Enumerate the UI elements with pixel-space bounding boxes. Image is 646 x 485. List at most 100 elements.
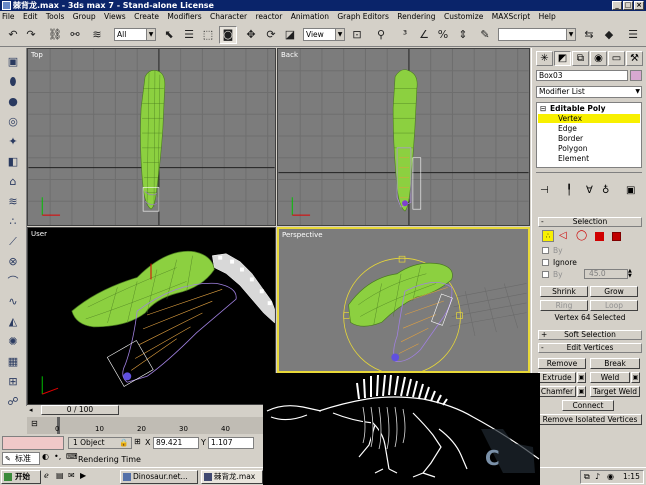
polygon-mode-icon[interactable] [595,232,604,241]
menu-views[interactable]: Views [104,12,126,21]
create-space-warp-icon[interactable]: ⊗ [4,254,22,270]
grow-button[interactable]: Grow [590,286,638,297]
quick-launch-media-icon[interactable]: ▶ [80,471,90,483]
create-bones-icon[interactable]: ⟋ [4,234,22,250]
menu-reactor[interactable]: reactor [255,12,282,21]
break-button[interactable]: Break [590,358,640,369]
stack-item-edge[interactable]: Edge [538,124,640,133]
create-cylinder-icon[interactable]: ⬮ [4,74,22,90]
remove-button[interactable]: Remove [538,358,586,369]
window-crossing-icon[interactable]: ◙ [219,26,237,44]
edit-vertices-rollout-header[interactable]: - Edit Vertices [538,343,642,353]
viewport-perspective[interactable]: Perspective [277,227,530,373]
start-button[interactable]: 开始 [1,470,41,484]
unlink-icon[interactable]: ⚯ [66,26,84,44]
maximize-button[interactable]: □ [623,1,633,10]
percent-snap-icon[interactable]: % [434,26,452,44]
tray-network-icon[interactable]: ⧉ [584,472,590,482]
modifier-edit-mesh-icon[interactable]: ▦ [4,354,22,370]
absolute-mode-icon[interactable]: ⊞ [134,437,144,449]
make-unique-icon[interactable]: ∀ [586,185,593,196]
create-tab-icon[interactable]: ✳ [536,51,553,66]
menu-modifiers[interactable]: Modifiers [167,12,201,21]
select-rotate-icon[interactable]: ⟳ [262,26,280,44]
select-object-icon[interactable]: ⬉ [160,26,178,44]
create-sphere-icon[interactable]: ● [4,94,22,110]
modifier-twist-icon[interactable]: ∿ [4,294,22,310]
align-icon[interactable]: ◆ [600,26,618,44]
selection-filter-dropdown[interactable]: All ▼ [114,28,156,41]
pin-stack-icon[interactable]: ⊣ [540,185,549,196]
close-button[interactable]: × [634,1,644,10]
shrink-button[interactable]: Shrink [540,286,588,297]
stack-item-polygon[interactable]: Polygon [538,144,640,153]
by-angle-checkbox[interactable] [542,271,549,278]
angle-snap-icon[interactable]: ∠ [415,26,433,44]
border-mode-icon[interactable]: ◯ [576,230,587,242]
create-torus-icon[interactable]: ◎ [4,114,22,130]
quick-launch-ie-icon[interactable]: ℯ [44,471,54,483]
select-move-icon[interactable]: ✥ [242,26,260,44]
collapse-icon[interactable]: ⊟ [540,104,546,113]
spinner-icon[interactable]: ▲ ▼ [628,269,634,279]
target-weld-button[interactable]: Target Weld [590,386,640,397]
create-light-icon[interactable]: ✦ [4,134,22,150]
show-end-result-icon[interactable]: ╿ [566,185,572,196]
menu-help[interactable]: Help [539,12,556,21]
reference-coordinate-dropdown[interactable]: View ▼ [303,28,345,41]
by-vertex-checkbox[interactable] [542,247,549,254]
quick-launch-outlook-icon[interactable]: ✉ [68,471,78,483]
menu-animation[interactable]: Animation [291,12,329,21]
stack-item-element[interactable]: Element [538,154,640,163]
select-scale-icon[interactable]: ◪ [281,26,299,44]
snaps-toggle-icon[interactable]: ³ [396,26,414,44]
remove-isolated-vertices-button[interactable]: Remove Isolated Vertices [538,414,642,425]
bind-space-warp-icon[interactable]: ≋ [88,26,106,44]
selection-rollout-header[interactable]: - Selection [538,217,642,227]
undo-icon[interactable]: ↶ [4,26,22,44]
utilities-tab-icon[interactable]: ⚒ [626,51,643,66]
tray-security-icon[interactable]: ◉ [607,472,614,481]
modifier-taper-icon[interactable]: ◭ [4,314,22,330]
modifier-skin-icon[interactable]: ☍ [4,394,22,410]
ring-button[interactable]: Ring [540,300,588,311]
redo-icon[interactable]: ↷ [22,26,40,44]
weld-settings-icon[interactable]: ▣ [631,372,640,383]
select-by-name-icon[interactable]: ☰ [180,26,198,44]
create-camera-icon[interactable]: ◧ [4,154,22,170]
object-name-field[interactable]: Box03 [536,70,628,81]
modifier-list-dropdown[interactable]: Modifier List ▼ [536,86,642,98]
menu-maxscript[interactable]: MAXScript [492,12,531,21]
named-selection-icon[interactable]: ✎ [476,26,494,44]
stack-item-editable-poly[interactable]: ⊟ Editable Poly [539,104,639,113]
remove-modifier-icon[interactable]: ♁ [602,185,609,196]
menu-create[interactable]: Create [134,12,159,21]
y-coordinate-field[interactable]: 1.107 [208,437,254,449]
viewport-label[interactable]: User [31,230,47,238]
modify-tab-icon[interactable]: ◩ [554,51,571,66]
modifier-uvw-icon[interactable]: ⊞ [4,374,22,390]
edge-mode-icon[interactable]: ◁ [559,230,567,242]
select-manipulate-icon[interactable]: ⚲ [372,26,390,44]
menu-file[interactable]: File [2,12,15,21]
select-link-icon[interactable]: ⛓ [46,26,64,44]
maxscript-listener[interactable] [2,436,64,450]
viewport-back[interactable]: Back [277,48,530,226]
extrude-button[interactable]: Extrude [538,372,576,383]
ime-punct-icon[interactable]: •, [54,452,64,465]
create-shape-icon[interactable]: ≋ [4,194,22,210]
taskbar-item-max[interactable]: 棘背龙.max [201,470,263,484]
viewport-label[interactable]: Perspective [282,231,323,239]
chamfer-settings-icon[interactable]: ▣ [577,386,586,397]
time-slider-prev-icon[interactable]: ◂ [29,405,39,415]
menu-group[interactable]: Group [73,12,96,21]
element-mode-icon[interactable] [612,232,621,241]
time-slider-thumb[interactable]: 0 / 100 [41,405,119,415]
menu-tools[interactable]: Tools [46,12,64,21]
pivot-center-icon[interactable]: ⊡ [348,26,366,44]
language-indicator[interactable]: ✎ 标准 [2,452,40,465]
spinner-snap-icon[interactable]: ⇕ [454,26,472,44]
viewport-top[interactable]: Top [27,48,276,226]
named-selection-sets-dropdown[interactable]: ▼ [498,28,576,41]
quick-launch-desktop-icon[interactable]: ▤ [56,471,66,483]
